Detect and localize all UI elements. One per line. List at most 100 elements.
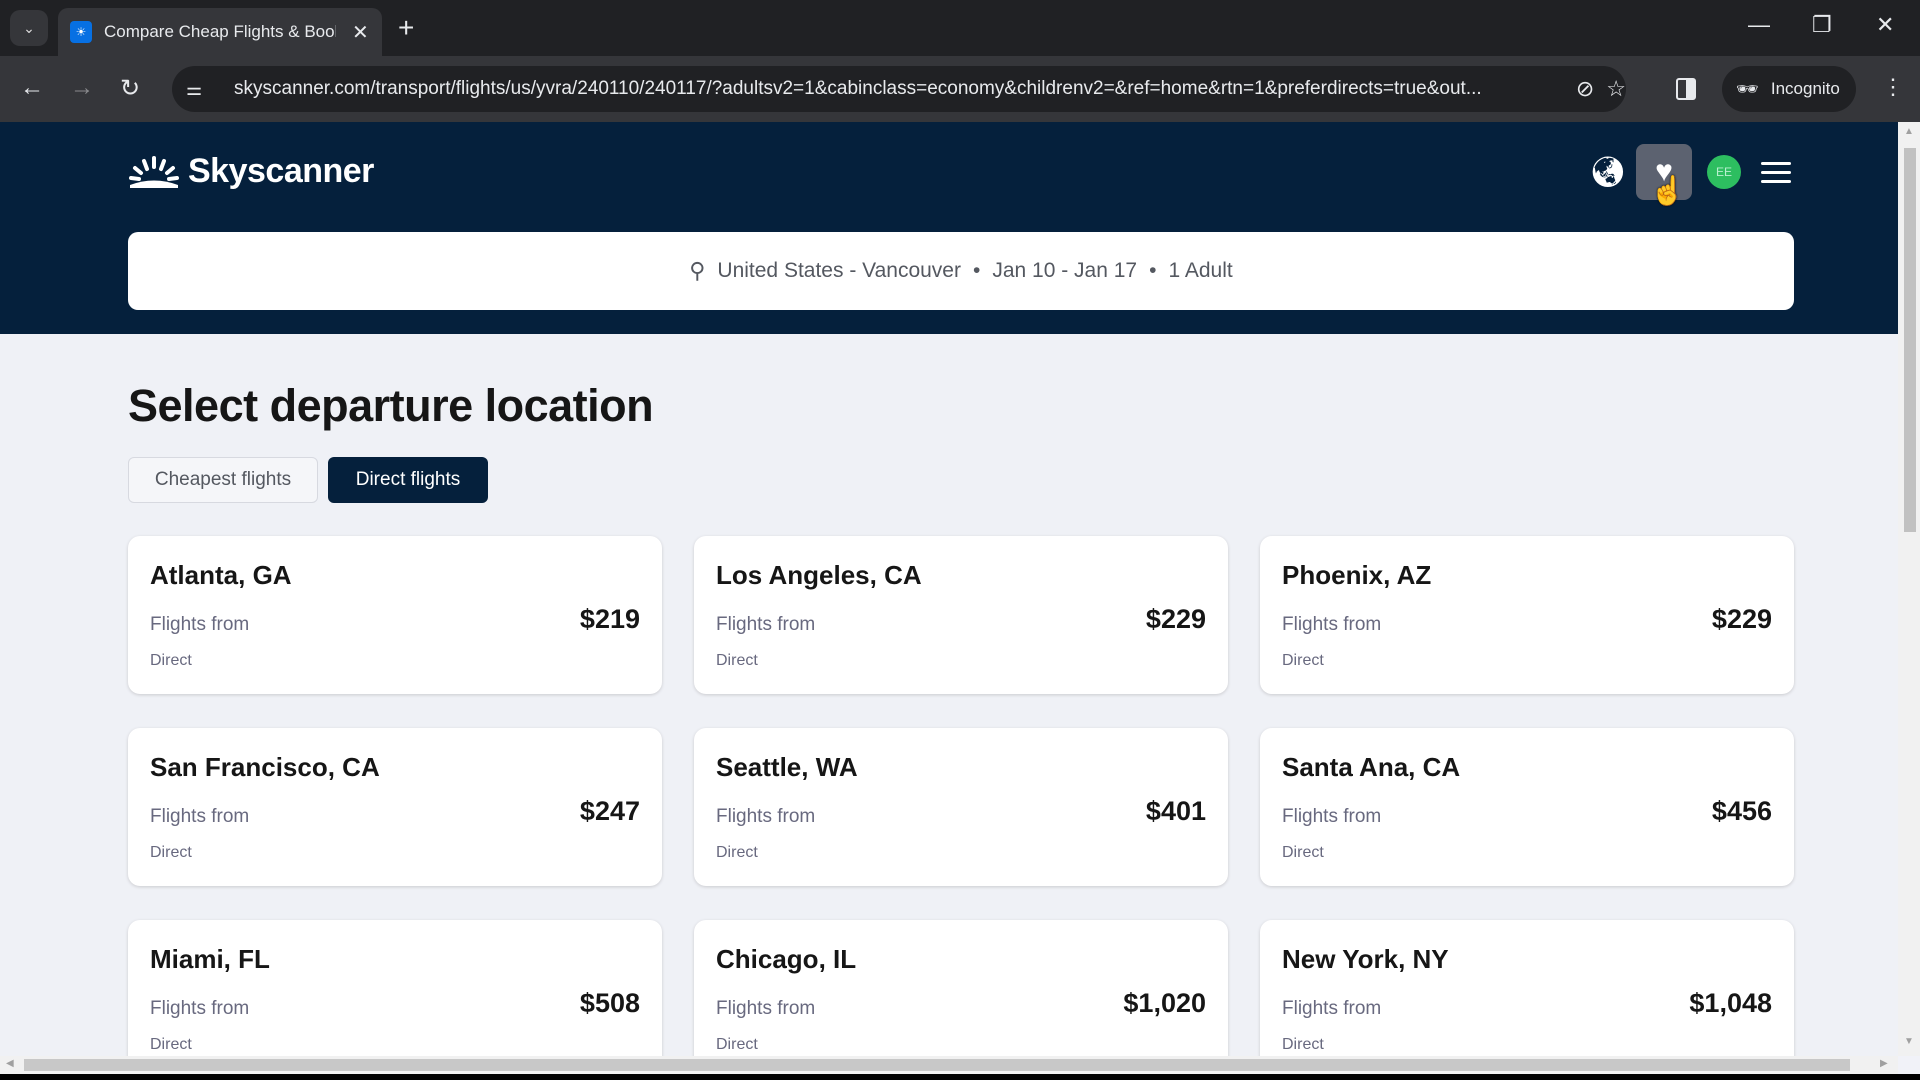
horizontal-scrollbar[interactable]: ◀ ▶	[0, 1056, 1898, 1074]
back-icon[interactable]: ←	[20, 74, 44, 102]
stops-label: Direct	[1282, 652, 1324, 669]
stops-label: Direct	[716, 844, 758, 861]
tab-title: Compare Cheap Flights & Book	[104, 22, 336, 41]
side-panel-icon[interactable]	[1676, 78, 1696, 100]
destination-city: Phoenix, AZ	[1282, 560, 1432, 590]
incognito-label: Incognito	[1770, 79, 1840, 98]
hamburger-line	[1761, 161, 1791, 165]
destination-price: $229	[1145, 604, 1206, 634]
browser-toolbar: ← → ↻ ⚌ skyscanner.com/transport/flights…	[0, 56, 1920, 122]
destination-price: $508	[579, 988, 640, 1018]
destination-city: Miami, FL	[150, 944, 270, 974]
destination-card[interactable]: New York, NY Flights from $1,048 Direct	[1260, 920, 1794, 1056]
destination-city: Seattle, WA	[716, 752, 858, 782]
avatar: EE	[1707, 155, 1741, 189]
destination-city: Atlanta, GA	[150, 560, 292, 590]
destination-city: New York, NY	[1282, 944, 1449, 974]
horizontal-scrollbar-thumb[interactable]	[24, 1059, 1850, 1071]
destination-card[interactable]: Seattle, WA Flights from $401 Direct	[694, 728, 1228, 886]
eye-off-icon[interactable]: ⊘	[1576, 76, 1594, 102]
stops-label: Direct	[716, 652, 758, 669]
destination-card[interactable]: Los Angeles, CA Flights from $229 Direct	[694, 536, 1228, 694]
browser-tab[interactable]: ☀ Compare Cheap Flights & Book ✕	[58, 8, 382, 56]
reload-icon[interactable]: ↻	[120, 74, 140, 103]
url-text[interactable]: skyscanner.com/transport/flights/us/yvra…	[234, 78, 1564, 100]
scroll-right-icon[interactable]: ▶	[1880, 1058, 1888, 1069]
bottom-edge	[0, 1074, 1920, 1080]
skyscanner-logo[interactable]: Skyscanner	[128, 152, 374, 191]
hamburger-line	[1761, 179, 1791, 183]
tab-close-icon[interactable]: ✕	[352, 20, 369, 45]
scroll-left-icon[interactable]: ◀	[6, 1058, 14, 1069]
site-header: Skyscanner 🌏︎ ♥ EE ☝ ⚲ United States - V…	[0, 122, 1898, 334]
scroll-down-icon[interactable]: ▼	[1904, 1036, 1914, 1047]
vertical-scrollbar-thumb[interactable]	[1904, 148, 1916, 532]
address-bar[interactable]: ⚌ skyscanner.com/transport/flights/us/yv…	[172, 66, 1626, 112]
destination-city: Los Angeles, CA	[716, 560, 922, 590]
sunrise-logo-icon	[129, 155, 179, 188]
destination-city: Chicago, IL	[716, 944, 857, 974]
flights-from-label: Flights from	[716, 806, 816, 827]
new-tab-button[interactable]: +	[398, 12, 414, 44]
destination-price: $247	[579, 796, 640, 826]
page-title: Select departure location	[128, 380, 654, 431]
destination-price: $219	[579, 604, 640, 634]
destination-price: $401	[1145, 796, 1206, 826]
hand-cursor-icon: ☝	[1650, 175, 1685, 206]
destination-price: $1,048	[1689, 988, 1772, 1018]
direct-flights-filter[interactable]: Direct flights	[328, 457, 488, 503]
destination-price: $456	[1711, 796, 1772, 826]
search-travellers: 1 Adult	[1168, 259, 1233, 282]
flights-from-label: Flights from	[150, 614, 250, 635]
destination-card[interactable]: Miami, FL Flights from $508 Direct	[128, 920, 662, 1056]
stops-label: Direct	[150, 1036, 192, 1053]
flights-from-label: Flights from	[716, 614, 816, 635]
separator-dot: •	[972, 259, 981, 282]
menu-button[interactable]	[1748, 144, 1804, 200]
hamburger-line	[1761, 170, 1791, 174]
skyscanner-favicon-icon: ☀	[70, 21, 92, 43]
browser-menu-icon[interactable]: ⋮	[1882, 74, 1904, 100]
account-button[interactable]: EE	[1696, 144, 1752, 200]
flights-from-label: Flights from	[716, 998, 816, 1019]
tab-search-button[interactable]: ⌄	[10, 10, 48, 46]
incognito-icon: 🕶	[1736, 78, 1759, 99]
flights-from-label: Flights from	[1282, 614, 1382, 635]
language-region-button[interactable]: 🌏︎	[1580, 144, 1636, 200]
chevron-down-icon: ⌄	[23, 19, 35, 36]
search-route: United States - Vancouver	[717, 259, 961, 282]
separator-dot: •	[1149, 259, 1157, 282]
destination-card[interactable]: San Francisco, CA Flights from $247 Dire…	[128, 728, 662, 886]
destination-card[interactable]: Phoenix, AZ Flights from $229 Direct	[1260, 536, 1794, 694]
flights-from-label: Flights from	[150, 998, 250, 1019]
scroll-up-icon[interactable]: ▲	[1904, 126, 1914, 137]
destination-price: $1,020	[1123, 988, 1206, 1018]
search-dates: Jan 10 - Jan 17	[992, 259, 1138, 282]
stops-label: Direct	[1282, 1036, 1324, 1053]
globe-icon: 🌏︎	[1588, 155, 1628, 189]
destination-city: Santa Ana, CA	[1282, 752, 1461, 782]
brand-name: Skyscanner	[188, 152, 374, 190]
cheapest-flights-filter[interactable]: Cheapest flights	[128, 457, 318, 503]
browser-tab-bar: ⌄ ☀ Compare Cheap Flights & Book ✕ + — ❐…	[0, 0, 1920, 56]
destination-card[interactable]: Chicago, IL Flights from $1,020 Direct	[694, 920, 1228, 1056]
restore-icon[interactable]: ❐	[1812, 12, 1832, 38]
flights-from-label: Flights from	[1282, 998, 1382, 1019]
flights-from-label: Flights from	[1282, 806, 1382, 827]
minimize-icon[interactable]: —	[1748, 12, 1770, 38]
destination-card[interactable]: Atlanta, GA Flights from $219 Direct	[128, 536, 662, 694]
stops-label: Direct	[150, 844, 192, 861]
stops-label: Direct	[716, 1036, 758, 1053]
site-info-icon[interactable]: ⚌	[186, 79, 216, 100]
star-icon[interactable]: ☆	[1606, 76, 1626, 102]
destination-price: $229	[1711, 604, 1772, 634]
forward-icon[interactable]: →	[70, 74, 94, 102]
search-summary-bar[interactable]: ⚲ United States - Vancouver • Jan 10 - J…	[128, 232, 1794, 310]
incognito-badge[interactable]: 🕶 Incognito	[1722, 66, 1856, 112]
vertical-scrollbar[interactable]: ▲ ▼	[1898, 122, 1920, 1056]
destination-card[interactable]: Santa Ana, CA Flights from $456 Direct	[1260, 728, 1794, 886]
window-close-icon[interactable]: ✕	[1876, 12, 1894, 38]
destination-city: San Francisco, CA	[150, 752, 380, 782]
stops-label: Direct	[150, 652, 192, 669]
stops-label: Direct	[1282, 844, 1324, 861]
